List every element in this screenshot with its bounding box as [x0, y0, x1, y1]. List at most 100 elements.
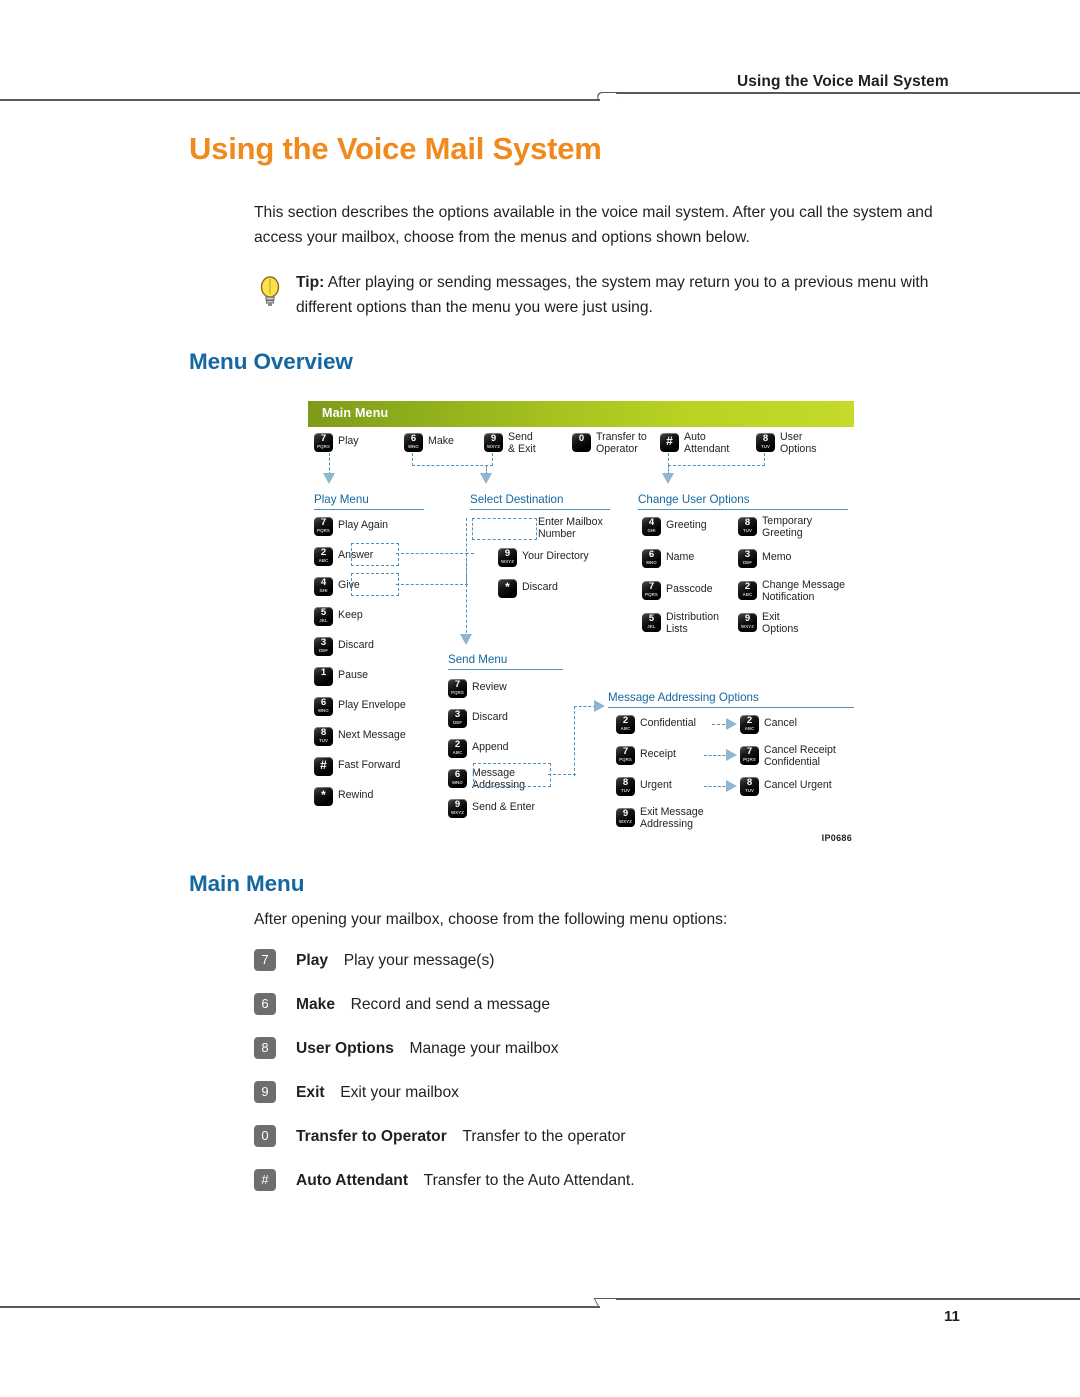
ma-col1-item-1-key: 2 ABC: [616, 715, 635, 734]
play-menu-item-9-label: Fast Forward: [338, 759, 401, 771]
select-destination-item-2-label: Your Directory: [522, 550, 589, 562]
main-row-4-key: 0: [572, 433, 591, 452]
option-key-6: 6: [254, 993, 276, 1015]
main-row-5-key: #: [660, 433, 679, 452]
connector-answer-h: [396, 553, 468, 554]
cuo-col2-item-1-key: 8 TUV: [738, 517, 757, 536]
send-menu-item-2-key-number: 3: [454, 709, 461, 720]
play-menu-item-8-key-number: 8: [320, 727, 327, 738]
play-menu-item-6-label: Pause: [338, 669, 369, 681]
send-menu-item-3-key-letters: ABC: [452, 750, 463, 755]
main-menu-intro: After opening your mailbox, choose from …: [254, 911, 728, 928]
arrow-message-addressing: [594, 700, 605, 712]
select-destination-item-3-key: *: [498, 579, 517, 598]
tip-callout: Tip: After playing or sending messages, …: [254, 270, 982, 320]
ma-col1-item-4-key: 9 WXYZ: [616, 808, 635, 827]
play-menu-item-2-key-number: 2: [320, 547, 327, 558]
cuo-col1-item-1-key: 4 GHI: [642, 517, 661, 536]
send-menu-item-1-key-letters: PQRS: [451, 690, 464, 695]
cuo-col2-item-4-key: 9 WXYZ: [738, 613, 757, 632]
main-row-1-key: 7 PQRS: [314, 433, 333, 452]
main-row-2-label: Make: [428, 435, 454, 447]
main-row-1-key-number: 7: [320, 433, 327, 444]
arrow-send-menu: [460, 634, 472, 645]
option-name: Play: [296, 952, 329, 969]
play-menu-item-3-key-number: 4: [320, 577, 327, 588]
ma-col1-item-2-key-number: 7: [622, 746, 629, 757]
play-menu-heading: Play Menu: [314, 493, 369, 506]
send-menu-item-3-label: Append: [472, 741, 509, 753]
cuo-col1-item-4-key-letters: JKL: [647, 624, 656, 629]
cuo-col2-item-1-key-letters: TUV: [742, 528, 753, 533]
cuo-col1-item-1-key-letters: GHI: [647, 528, 656, 533]
select-destination-item-3-label: Discard: [522, 581, 558, 593]
ma-col2-item-1-key: 2 ABC: [740, 715, 759, 734]
option-key-label: #: [261, 1172, 269, 1187]
option-name: Exit: [296, 1084, 325, 1101]
ma-col1-item-3-key-number: 8: [622, 777, 629, 788]
play-menu-item-4-key: 5 JKL: [314, 607, 333, 626]
connector-give-h: [396, 584, 468, 585]
select-destination-item-2-key: 9 WXYZ: [498, 548, 517, 567]
message-addressing-box: [473, 763, 551, 787]
header-rule-right: [616, 92, 1080, 94]
cuo-col1-item-3-key-letters: PQRS: [645, 592, 658, 597]
play-menu-item-10-key: *: [314, 787, 333, 806]
send-menu-item-4-key: 6 MNO: [448, 769, 467, 788]
send-menu-item-5-label: Send & Enter: [472, 801, 536, 813]
main-row-2-key-number: 6: [410, 433, 417, 444]
send-menu-item-2-key-letters: DEF: [452, 720, 463, 725]
cuo-col2-item-4-key-letters: WXYZ: [740, 624, 755, 629]
ma-col2-item-3-key-number: 8: [746, 777, 753, 788]
main-row-2-key-letters: MNO: [408, 444, 419, 449]
ma-col1-item-2-key-letters: PQRS: [619, 757, 632, 762]
play-menu-item-10-key-number: *: [321, 788, 326, 802]
select-destination-heading: Select Destination: [470, 493, 564, 506]
main-menu-option-row: 8 User Options Manage your mailbox: [254, 1037, 559, 1060]
play-menu-item-8-label: Next Message: [338, 729, 406, 741]
select-destination-item-2-key-letters: WXYZ: [500, 559, 515, 564]
main-row-3-label: Send & Exit: [508, 431, 536, 455]
header-rule-left: [0, 99, 600, 101]
connector-play: [329, 453, 330, 475]
cuo-col1-item-3-key-number: 7: [648, 581, 655, 592]
ma-col2-item-2-key-number: 7: [746, 746, 753, 757]
main-menu-option-row: # Auto Attendant Transfer to the Auto Att…: [254, 1169, 635, 1192]
message-addressing-heading-rule: [608, 707, 854, 709]
cuo-col2-item-1-label: Temporary Greeting: [762, 515, 813, 539]
connector-send-menu-v: [466, 518, 467, 638]
ma-col1-item-1-label: Confidential: [640, 717, 696, 729]
option-key-hash: #: [254, 1169, 276, 1191]
option-key-7: 7: [254, 949, 276, 971]
play-menu-item-9-key: #: [314, 757, 333, 776]
footer-rule-left: [0, 1306, 600, 1308]
ma-col2-item-2-key-letters: PQRS: [743, 757, 756, 762]
arrow-play-menu: [323, 473, 335, 484]
change-user-options-heading-rule: [638, 509, 848, 511]
play-menu-item-3-key: 4 GHI: [314, 577, 333, 596]
ma-col1-item-4-key-number: 9: [622, 808, 629, 819]
ma-col1-item-2-label: Receipt: [640, 748, 676, 760]
lightbulb-icon: [260, 276, 280, 306]
option-key-label: 9: [261, 1084, 269, 1099]
ma-col1-item-2-key: 7 PQRS: [616, 746, 635, 765]
answer-box: [351, 543, 399, 566]
send-menu-heading-rule: [448, 669, 563, 671]
play-menu-item-8-key-letters: TUV: [318, 738, 329, 743]
select-destination-item-3-key-number: *: [505, 580, 510, 594]
connector-ma-h1: [548, 774, 576, 775]
play-menu-item-1-key-number: 7: [320, 517, 327, 528]
option-description: Record and send a message: [335, 996, 550, 1013]
cuo-col2-item-4-key-number: 9: [744, 613, 751, 624]
main-row-4-label: Transfer to Operator: [596, 431, 647, 455]
ma-arrow-1: [726, 718, 737, 730]
play-menu-item-5-key-letters: DEF: [318, 648, 329, 653]
diagram-code: IP0686: [821, 833, 852, 843]
send-menu-heading: Send Menu: [448, 653, 508, 666]
main-menu-option-row: 0 Transfer to Operator Transfer to the op…: [254, 1125, 626, 1148]
cuo-col1-item-4-key-number: 5: [648, 613, 655, 624]
ma-col2-item-3-key: 8 TUV: [740, 777, 759, 796]
ma-col1-item-1-key-number: 2: [622, 715, 629, 726]
option-key-label: 0: [261, 1128, 269, 1143]
ma-col1-item-3-key: 8 TUV: [616, 777, 635, 796]
